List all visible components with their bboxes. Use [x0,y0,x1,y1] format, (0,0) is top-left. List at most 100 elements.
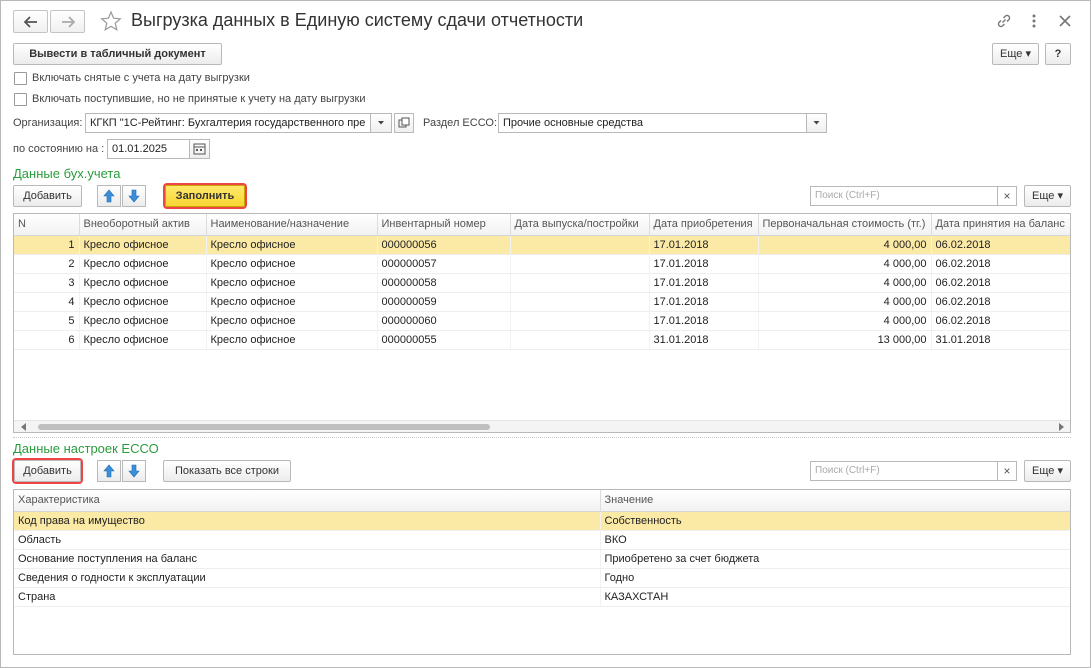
organization-label: Организация: [13,117,83,129]
settings-move-down-button[interactable] [122,460,146,482]
scroll-right-icon[interactable] [1057,423,1065,431]
calendar-icon [193,143,206,155]
table-cell: Кресло офисное [206,254,378,274]
column-header[interactable]: Внеоборотный актив [79,214,207,236]
column-header[interactable]: Дата принятия на баланс [931,214,1070,236]
print-to-table-button[interactable]: Вывести в табличный документ [13,43,222,65]
table-cell [510,292,650,312]
more-button[interactable]: Еще ▾ [992,43,1039,65]
settings-section-title: Данные настроек ЕССО [13,441,159,456]
column-header[interactable]: Инвентарный номер [377,214,511,236]
settings-more-button[interactable]: Еще ▾ [1024,460,1071,482]
table-cell: 31.01.2018 [931,330,1070,350]
accounting-section-title: Данные бух.учета [13,166,121,181]
table-cell [510,235,650,255]
forward-button[interactable] [50,10,85,33]
section-label: Раздел ЕССО: [423,117,498,129]
table-cell: 4 000,00 [758,235,932,255]
link-icon[interactable] [995,12,1013,30]
table-row[interactable]: Код права на имущество Собственность [14,511,1070,531]
table-cell: Кресло офисное [206,235,378,255]
settings-add-button[interactable]: Добавить [14,460,81,482]
column-header[interactable]: Дата выпуска/постройки [510,214,650,236]
table-row[interactable]: 4 Кресло офисное Кресло офисное 000000059 17… [14,292,1070,312]
table-cell: 000000056 [377,235,511,255]
accounting-more-button[interactable]: Еще ▾ [1024,185,1071,207]
section-field[interactable]: Прочие основные средства [498,113,808,133]
settings-header-row: Характеристика Значение [14,490,1070,512]
table-row[interactable]: Страна КАЗАХСТАН [14,587,1070,607]
fill-button[interactable]: Заполнить [165,185,245,207]
settings-table[interactable]: Характеристика Значение Код права на имущ… [13,489,1071,655]
accounting-search-input[interactable]: Поиск (Ctrl+F) [810,186,998,206]
table-cell: Кресло офисное [79,235,207,255]
arrow-left-icon [24,16,37,28]
scroll-left-icon[interactable] [20,423,28,431]
table-cell: 06.02.2018 [931,254,1070,274]
table-cell [510,311,650,331]
table-cell: 4 000,00 [758,254,932,274]
move-down-button[interactable] [122,185,146,207]
table-cell: Область [14,530,601,550]
include-removed-checkbox[interactable] [14,72,27,85]
table-row[interactable]: 6 Кресло офисное Кресло офисное 000000055 31… [14,330,1070,350]
horizontal-scrollbar[interactable] [14,420,1070,432]
table-row[interactable]: 3 Кресло офисное Кресло офисное 000000058 17… [14,273,1070,293]
organization-field[interactable]: КГКП "1С-Рейтинг: Бухгалтерия государств… [85,113,371,133]
move-up-button[interactable] [97,185,121,207]
scrollbar-thumb[interactable] [38,424,490,430]
close-icon[interactable] [1058,14,1072,28]
column-header[interactable]: Характеристика [14,490,601,512]
column-header[interactable]: Первоначальная стоимость (тг.) [758,214,932,236]
table-cell: 6 [14,330,80,350]
table-cell: 000000058 [377,273,511,293]
table-cell: 3 [14,273,80,293]
table-cell: Кресло офисное [79,311,207,331]
column-header[interactable]: N [14,214,80,236]
back-button[interactable] [13,10,48,33]
table-row[interactable]: Область ВКО [14,530,1070,550]
table-cell: КАЗАХСТАН [600,587,1070,607]
help-button[interactable]: ? [1045,43,1071,65]
table-cell [510,254,650,274]
table-cell: 2 [14,254,80,274]
table-cell: 17.01.2018 [649,235,759,255]
column-header[interactable]: Значение [600,490,1070,512]
table-cell: 000000060 [377,311,511,331]
column-header[interactable]: Дата приобретения [649,214,759,236]
splitter[interactable] [13,437,1071,438]
table-cell: Годно [600,568,1070,588]
table-row[interactable]: 1 Кресло офисное Кресло офисное 000000056 17… [14,235,1070,255]
arrow-down-icon [128,464,140,478]
table-row[interactable]: Основание поступления на баланс Приобрете… [14,549,1070,569]
accounting-search-clear-button[interactable]: × [997,186,1017,206]
more-vertical-icon[interactable] [1027,12,1041,30]
date-field[interactable]: 01.01.2025 [107,139,190,159]
column-header[interactable]: Наименование/назначение [206,214,378,236]
star-icon[interactable] [100,10,122,32]
settings-search-clear-button[interactable]: × [997,461,1017,481]
table-row[interactable]: Сведения о годности к эксплуатации Годно [14,568,1070,588]
window-title: Выгрузка данных в Единую систему сдачи о… [131,10,584,30]
table-cell: Кресло офисное [79,292,207,312]
calendar-button[interactable] [189,139,210,159]
table-cell: Кресло офисное [79,254,207,274]
show-all-rows-button[interactable]: Показать все строки [163,460,291,482]
table-row[interactable]: 2 Кресло офисное Кресло офисное 000000057 17… [14,254,1070,274]
settings-search-input[interactable]: Поиск (Ctrl+F) [810,461,998,481]
organization-open-button[interactable] [394,113,414,133]
arrow-up-icon [103,189,115,203]
arrow-down-icon [128,189,140,203]
table-cell: Кресло офисное [79,273,207,293]
table-cell [510,330,650,350]
accounting-table[interactable]: N Внеоборотный актив Наименование/назначен… [13,213,1071,433]
settings-move-up-button[interactable] [97,460,121,482]
section-dropdown-button[interactable] [806,113,827,133]
table-cell: 4 000,00 [758,292,932,312]
table-row[interactable]: 5 Кресло офисное Кресло офисное 000000060 17… [14,311,1070,331]
organization-dropdown-button[interactable] [370,113,392,133]
table-cell: Кресло офисное [206,273,378,293]
include-received-checkbox[interactable] [14,93,27,106]
table-cell: Страна [14,587,601,607]
accounting-add-button[interactable]: Добавить [13,185,82,207]
